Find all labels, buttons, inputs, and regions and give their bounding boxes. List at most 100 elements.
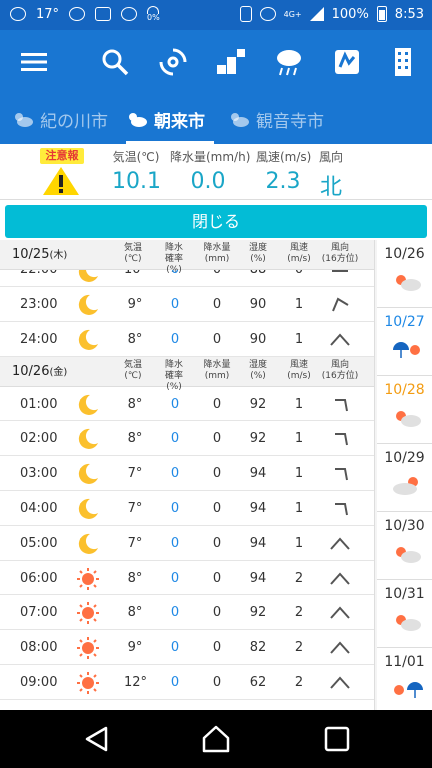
hour-temp: 8° <box>127 396 143 412</box>
weather-icon <box>391 406 423 430</box>
hour-precip: 0 <box>206 270 228 277</box>
hour-row: 06:00 8° 0 0 94 2 <box>0 561 374 596</box>
column-header-line: (%) <box>250 254 266 264</box>
battery-percent: 100% <box>331 6 369 22</box>
column-header-hum: 湿度 (%) <box>242 243 274 265</box>
weekly-day[interactable]: 10/30 <box>377 512 432 580</box>
weather-icon <box>391 610 423 634</box>
moon-icon <box>76 497 100 521</box>
moon-icon <box>76 293 100 317</box>
stairs-icon[interactable] <box>213 44 249 80</box>
column-header-line: 気温 <box>123 243 142 253</box>
column-header-line: (16方位) <box>321 370 359 381</box>
hourly-forecast[interactable]: 10/25(木) 気温 (℃) 降水 確率(%) 降水量 (mm) 湿度 (%) 風速 (m/s) 風… <box>0 240 374 710</box>
hour-temp: 8° <box>127 570 143 586</box>
current-precip-label: 降水量(mm/h) <box>170 150 251 164</box>
map-icon[interactable] <box>329 44 365 80</box>
hour-prob: 0 <box>164 270 186 277</box>
sun-icon <box>76 601 100 625</box>
day-header: 10/25(木) 気温 (℃) 降水 確率(%) 降水量 (mm) 湿度 (%) 風速 (m/s) 風… <box>0 240 374 275</box>
hour-wind: 1 <box>294 466 304 482</box>
day-date-text: 10/26 <box>12 363 50 379</box>
tab-kinokawa[interactable]: 紀の川市 <box>12 94 108 144</box>
hour-hum: 94 <box>249 535 267 551</box>
hour-time: 01:00 <box>20 396 58 412</box>
wind-direction-icon <box>328 673 352 691</box>
moon-icon <box>76 462 100 486</box>
weekly-forecast[interactable]: 10/26 10/27 10/28 10/29 10/30 10/31 11/01 <box>374 240 432 710</box>
hour-wind: 2 <box>294 570 304 586</box>
home-icon[interactable] <box>201 724 231 754</box>
hour-temp: 12° <box>124 674 148 690</box>
hour-temp: 7° <box>127 500 143 516</box>
hour-wind: 1 <box>294 500 304 516</box>
menu-icon[interactable] <box>16 44 52 80</box>
weekly-day[interactable]: 10/29 <box>377 444 432 512</box>
hour-time: 24:00 <box>20 331 58 347</box>
hour-prob: 0 <box>170 570 180 586</box>
hour-wind: 1 <box>294 535 304 551</box>
column-header-precip: 降水量 (mm) <box>200 243 234 265</box>
hour-prob: 0 <box>170 674 180 690</box>
search-icon[interactable] <box>97 44 133 80</box>
hour-hum: 82 <box>249 640 267 656</box>
typhoon-icon[interactable] <box>155 44 191 80</box>
hour-temp: 8° <box>127 431 143 447</box>
weekly-date: 10/27 <box>384 314 425 330</box>
rain-cloud-icon[interactable] <box>271 44 307 80</box>
warning-icon <box>43 167 79 195</box>
weather-icon <box>391 474 423 498</box>
weekly-day[interactable]: 11/01 <box>377 648 432 710</box>
hour-hum: 62 <box>249 674 267 690</box>
building-icon[interactable] <box>385 44 421 80</box>
status-bar: 17° 0% 4G+ 100% 8:53 <box>0 0 432 30</box>
hour-prob: 0 <box>170 500 180 516</box>
hour-row: 05:00 7° 0 0 94 1 <box>0 526 374 561</box>
hour-wind: 1 <box>294 331 304 347</box>
hour-hum: 92 <box>249 431 267 447</box>
wind-direction-icon <box>328 534 352 552</box>
weekly-day[interactable]: 10/27 <box>377 308 432 376</box>
column-header-precip: 降水量 (mm) <box>200 360 234 382</box>
screen: 17° 0% 4G+ 100% 8:53 紀の川市 朝来市 観音寺市 注意報 気… <box>0 0 432 768</box>
weekly-day[interactable]: 10/28 <box>377 376 432 444</box>
hour-time: 08:00 <box>20 640 58 656</box>
warning-badge[interactable]: 注意報 <box>40 148 84 164</box>
current-wind-label: 風速(m/s) <box>256 150 312 164</box>
tab-kanonji[interactable]: 観音寺市 <box>228 94 324 144</box>
hour-wind: 2 <box>294 674 304 690</box>
column-header-line: 降水 <box>164 243 183 253</box>
column-header-temp: 気温 (℃) <box>118 360 148 382</box>
column-header-wind: 風速 (m/s) <box>284 243 314 265</box>
weekly-day[interactable]: 10/26 <box>377 240 432 308</box>
tab-label: 朝来市 <box>154 111 205 132</box>
hour-hum: 92 <box>249 396 267 412</box>
current-temp-label: 気温(℃) <box>112 150 160 164</box>
vibrate-icon <box>239 6 252 22</box>
wind-direction-icon <box>328 295 352 313</box>
weekly-day[interactable]: 10/31 <box>377 580 432 648</box>
recent-apps-icon[interactable] <box>322 724 352 754</box>
weekly-date: 10/31 <box>384 586 425 602</box>
column-header-line: 降水量 <box>203 359 231 370</box>
tab-asago[interactable]: 朝来市 <box>126 94 214 144</box>
hour-precip: 0 <box>212 431 222 447</box>
city-tabs: 紀の川市 朝来市 観音寺市 <box>0 94 432 144</box>
wind-direction-icon <box>328 603 352 621</box>
hour-time: 06:00 <box>20 570 58 586</box>
hour-row: 01:00 8° 0 0 92 1 <box>0 387 374 422</box>
sun-icon <box>76 567 100 591</box>
close-button[interactable]: 閉じる <box>5 205 427 238</box>
current-dir-label: 風向 <box>318 150 343 164</box>
weekly-date: 10/26 <box>384 246 425 262</box>
wind-direction-icon <box>328 569 352 587</box>
hour-hum: 94 <box>249 500 267 516</box>
clock: 8:53 <box>394 6 424 22</box>
back-icon[interactable] <box>82 724 112 754</box>
sun-icon <box>76 671 100 695</box>
hour-prob: 0 <box>170 297 180 312</box>
current-temp: 気温(℃) 10.1 <box>112 148 161 194</box>
battery-icon <box>376 6 387 22</box>
weekly-date: 10/28 <box>384 382 425 398</box>
cloud-sun-icon <box>15 113 33 127</box>
